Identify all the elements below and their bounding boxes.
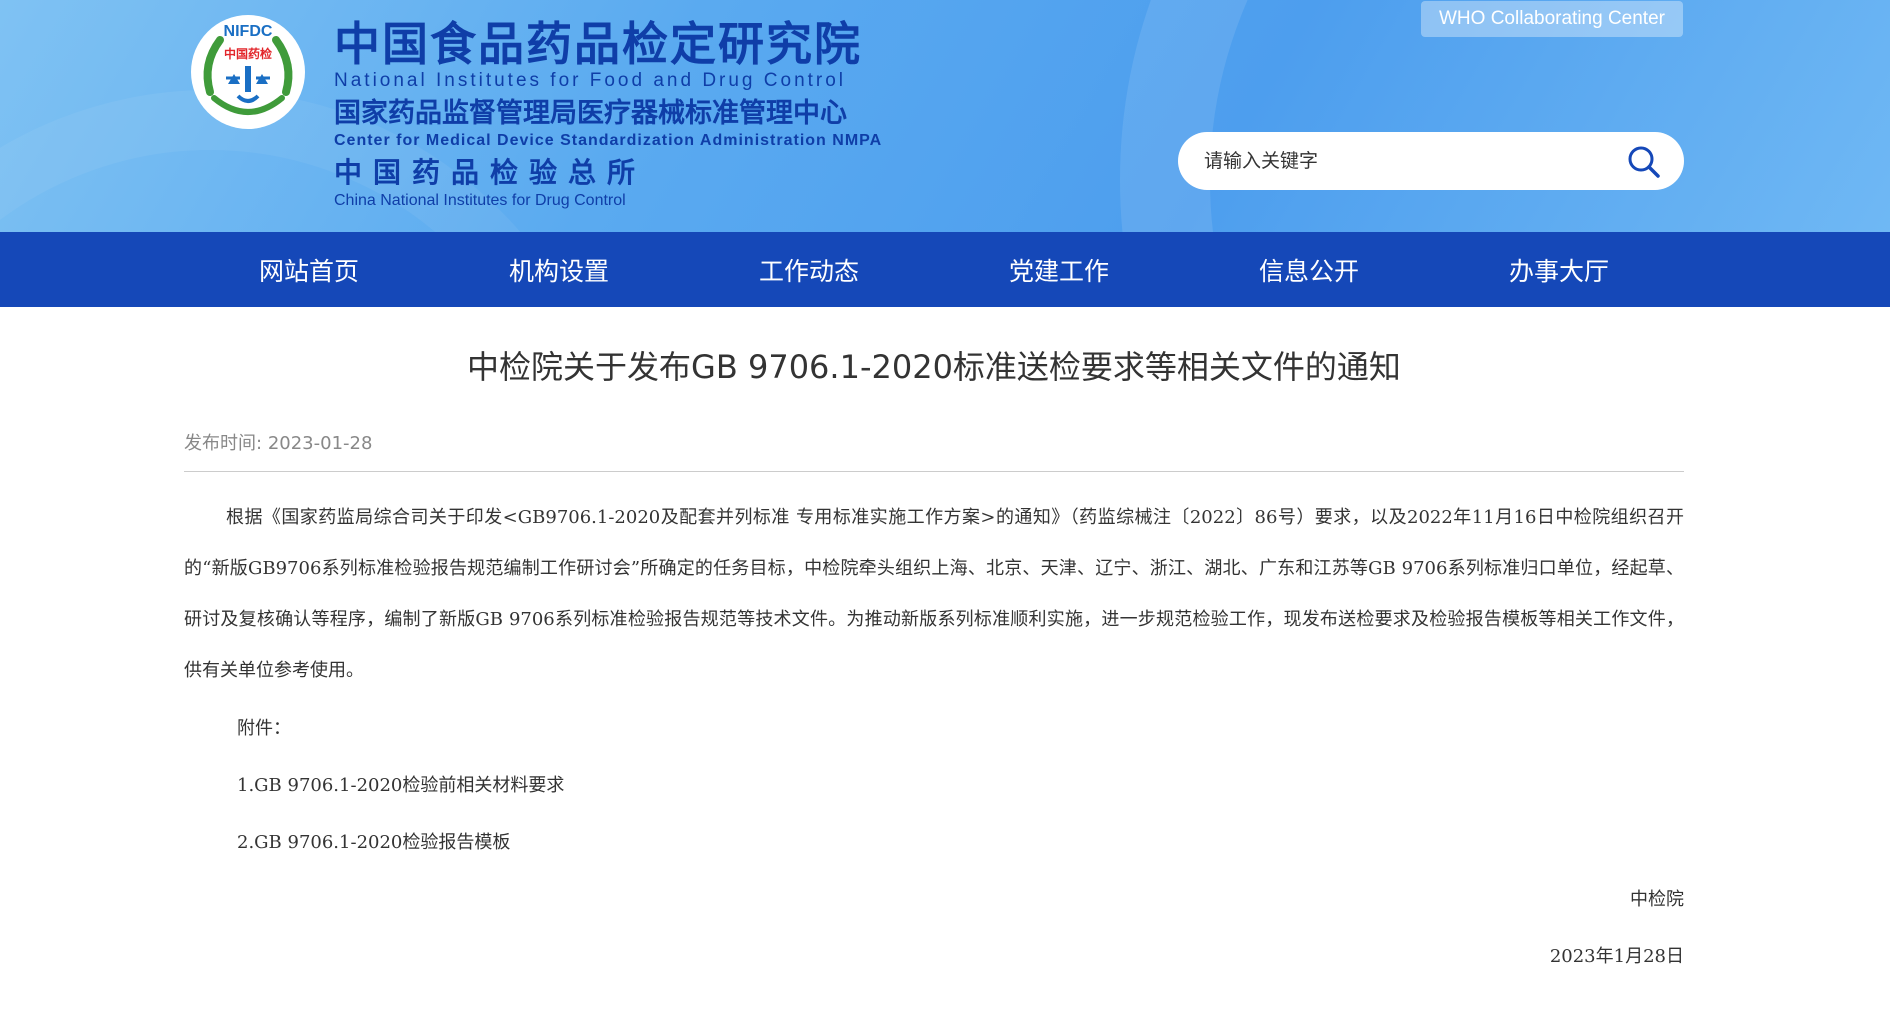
site-subtitle2-cn: 中国药品检验总所: [334, 156, 647, 189]
article-sign-date: 2023年1月28日: [1549, 946, 1684, 967]
site-subtitle-cn: 国家药品监督管理局医疗器械标准管理中心: [334, 98, 847, 129]
article-signature: 中检院: [1630, 889, 1684, 910]
nav-item-service-hall[interactable]: 办事大厅: [1434, 232, 1684, 307]
article-title: 中检院关于发布GB 9706.1-2020标准送检要求等相关文件的通知: [467, 348, 1401, 386]
article-meta: 发布时间: 2023-01-28: [184, 429, 1684, 472]
nav-item-party-building[interactable]: 党建工作: [934, 232, 1184, 307]
site-title-en: National Institutes for Food and Drug Co…: [334, 70, 847, 91]
attachment-link-1[interactable]: 1.GB 9706.1-2020检验前相关材料要求: [184, 757, 1684, 814]
attachment-label: 附件：: [237, 718, 291, 739]
nav-item-work-news[interactable]: 工作动态: [684, 232, 934, 307]
search-icon[interactable]: [1626, 144, 1662, 180]
article-container: 中检院关于发布GB 9706.1-2020标准送检要求等相关文件的通知 发布时间…: [184, 307, 1684, 985]
main-nav: 网站首页 机构设置 工作动态 党建工作 信息公开 办事大厅: [0, 232, 1890, 307]
publish-date: 2023-01-28: [267, 433, 373, 454]
publish-label: 发布时间:: [184, 433, 263, 454]
logo-top-text: NIFDC: [224, 23, 273, 40]
who-collaborating-center-link[interactable]: WHO Collaborating Center: [1421, 1, 1683, 37]
attachment-link-2[interactable]: 2.GB 9706.1-2020检验报告模板: [184, 814, 1684, 871]
site-header: NIFDC 中国药检 中国食品药品检定研究院 National Institut…: [0, 0, 1890, 232]
nav-item-information-disclosure[interactable]: 信息公开: [1184, 232, 1434, 307]
nav-item-organization[interactable]: 机构设置: [434, 232, 684, 307]
nifdc-logo-emblem[interactable]: NIFDC 中国药检: [190, 14, 306, 130]
article-body: 根据《国家药监局综合司关于印发<GB9706.1-2020及配套并列标准 专用标…: [184, 492, 1684, 985]
site-title-block[interactable]: 中国食品药品检定研究院 National Institutes for Food…: [334, 18, 882, 210]
logo-center-text: 中国药检: [224, 46, 272, 61]
site-subtitle-en: Center for Medical Device Standardizatio…: [334, 132, 883, 149]
nav-item-home[interactable]: 网站首页: [184, 232, 434, 307]
site-title-cn: 中国食品药品检定研究院: [334, 17, 862, 71]
article-paragraph: 根据《国家药监局综合司关于印发<GB9706.1-2020及配套并列标准 专用标…: [184, 507, 1684, 681]
search-box: [1178, 132, 1684, 190]
search-input[interactable]: [1202, 149, 1606, 173]
site-subtitle2-en: China National Institutes for Drug Contr…: [334, 192, 626, 209]
